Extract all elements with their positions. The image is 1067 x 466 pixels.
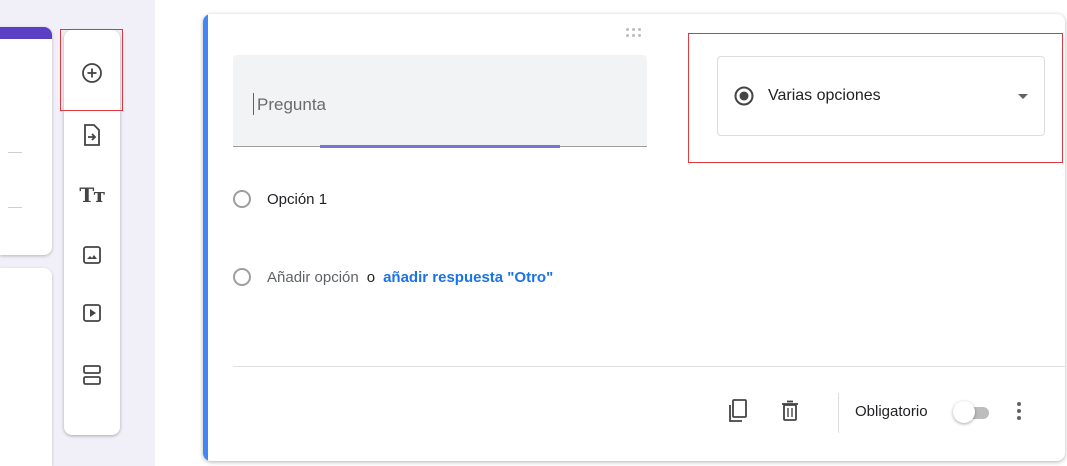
duplicate-icon xyxy=(729,399,747,422)
import-icon xyxy=(84,124,100,146)
previous-card xyxy=(0,27,52,255)
footer-divider xyxy=(233,366,1065,367)
option-row[interactable]: Opción 1 xyxy=(233,190,327,208)
duplicate-button[interactable] xyxy=(718,389,758,433)
dropdown-arrow-icon xyxy=(1018,93,1028,99)
option-label[interactable]: Opción 1 xyxy=(267,191,327,208)
more-vert-icon xyxy=(1017,402,1021,406)
add-option-row: Añadir opción o añadir respuesta "Otro" xyxy=(233,268,553,286)
text-caret xyxy=(253,93,254,115)
video-icon xyxy=(83,304,101,322)
form-header-accent xyxy=(0,27,52,39)
import-questions-button[interactable] xyxy=(64,110,120,160)
add-image-button[interactable] xyxy=(64,230,120,280)
required-toggle[interactable] xyxy=(953,401,991,423)
delete-button[interactable] xyxy=(770,389,810,433)
question-input[interactable] xyxy=(255,93,639,117)
add-question-highlight xyxy=(60,29,123,111)
add-title-button[interactable]: Tт xyxy=(64,170,120,220)
separator-text: o xyxy=(366,268,376,286)
toggle-knob xyxy=(953,401,975,423)
add-option-button[interactable]: Añadir opción xyxy=(267,269,359,286)
divider xyxy=(8,152,22,153)
next-card xyxy=(0,268,52,466)
add-video-button[interactable] xyxy=(64,288,120,338)
radio-unchecked-icon xyxy=(233,268,251,286)
trash-icon xyxy=(782,400,798,421)
field-underline-active xyxy=(320,145,560,148)
required-label: Obligatorio xyxy=(855,403,928,420)
image-icon xyxy=(83,246,101,264)
footer-separator xyxy=(838,393,839,433)
radio-unchecked-icon xyxy=(233,190,251,208)
radio-checked-icon xyxy=(734,86,754,106)
question-type-label: Varias opciones xyxy=(768,87,881,104)
question-title-field[interactable] xyxy=(233,55,647,148)
drag-handle-icon[interactable] xyxy=(626,28,644,38)
more-options-button[interactable] xyxy=(1007,389,1031,433)
question-type-dropdown[interactable]: Varias opciones xyxy=(717,56,1045,136)
divider xyxy=(8,207,22,208)
add-section-button[interactable] xyxy=(64,350,120,400)
title-text-icon: Tт xyxy=(79,183,105,207)
section-icon xyxy=(83,365,101,385)
add-other-link[interactable]: añadir respuesta "Otro" xyxy=(383,269,553,286)
card-footer: Obligatorio xyxy=(203,389,1065,439)
